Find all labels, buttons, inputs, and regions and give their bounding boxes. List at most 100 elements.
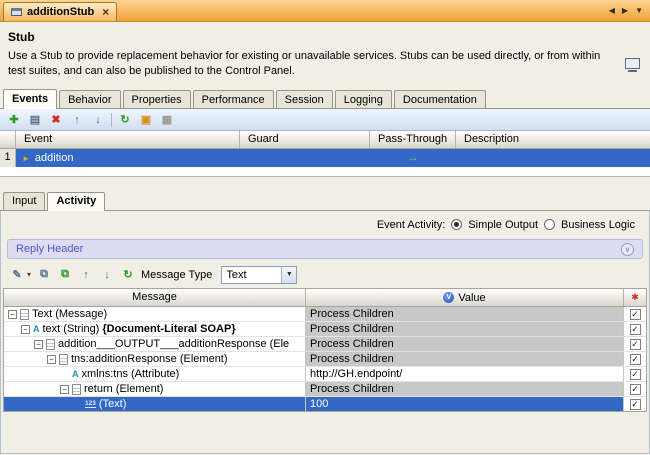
value-cell[interactable]: Process Children	[306, 322, 624, 336]
check-icon: ✓	[631, 340, 639, 349]
value-cell[interactable]: 100	[306, 397, 624, 411]
include-checkbox[interactable]: ✓	[630, 354, 641, 365]
value-text: Process Children	[310, 323, 394, 335]
collapse-toggle-icon[interactable]: −	[60, 385, 69, 394]
collapse-chevron-icon[interactable]: ∨	[621, 243, 634, 256]
include-checkbox[interactable]: ✓	[630, 384, 641, 395]
node-label: tns:additionResponse (Element)	[71, 353, 228, 365]
radio-business-logic[interactable]	[544, 219, 555, 230]
tree-row-text-value[interactable]: − 123 (Text) 100 ✓	[4, 397, 646, 412]
activity-panel: Event Activity: Simple Output Business L…	[0, 211, 650, 454]
edit-icon[interactable]: ✎	[9, 267, 25, 283]
tab-session[interactable]: Session	[276, 90, 333, 108]
include-checkbox[interactable]: ✓	[630, 369, 641, 380]
message-column-header[interactable]: Message	[4, 289, 306, 306]
node-cell[interactable]: − return (Element)	[4, 382, 306, 396]
include-cell: ✓	[624, 367, 646, 381]
collapse-toggle-icon[interactable]: −	[34, 340, 43, 349]
tab-events[interactable]: Events	[3, 89, 57, 109]
scroll-tabs-left-icon[interactable]: ◀	[609, 6, 615, 15]
node-cell[interactable]: − 123 (Text)	[4, 397, 306, 411]
page-title: Stub	[8, 30, 640, 44]
event-row-addition[interactable]: 1 ► addition →	[0, 149, 650, 167]
radio-simple-output[interactable]	[451, 219, 462, 230]
include-checkbox[interactable]: ✓	[630, 309, 641, 320]
value-cell[interactable]: http://GH.endpoint/	[306, 367, 624, 381]
tree-row-xmlns-tns[interactable]: − A xmlns:tns (Attribute) http://GH.endp…	[4, 367, 646, 382]
message-node-icon	[20, 309, 29, 320]
node-cell[interactable]: − Text (Message)	[4, 307, 306, 321]
reply-header-bar[interactable]: Reply Header ∨	[7, 239, 643, 259]
combo-dropdown-icon[interactable]: ▼	[281, 267, 296, 283]
node-cell[interactable]: − A xmlns:tns (Attribute)	[4, 367, 306, 381]
events-toolbar: ✚ ▤ ✖ ↑ ↓ ↻ ▣ ▦	[0, 109, 650, 131]
stub-header: Stub Use a Stub to provide replacement b…	[0, 22, 650, 79]
tab-behavior[interactable]: Behavior	[59, 90, 120, 108]
edit-dropdown-icon[interactable]: ▾	[27, 270, 31, 279]
add-event-icon[interactable]: ✚	[6, 112, 22, 128]
tab-additionstub[interactable]: additionStub ×	[3, 2, 117, 21]
description-cell[interactable]	[456, 149, 650, 167]
tree-row-tns-additionresponse[interactable]: − tns:additionResponse (Element) Process…	[4, 352, 646, 367]
delete-icon[interactable]: ✖	[48, 112, 64, 128]
package-icon[interactable]: ▣	[138, 112, 154, 128]
copy-icon[interactable]: ⧉	[36, 267, 52, 283]
close-tab-icon[interactable]: ×	[102, 7, 109, 17]
sync-icon[interactable]: ↻	[117, 112, 133, 128]
tree-row-text-string[interactable]: − V A text (String) {Document-Literal SO…	[4, 322, 646, 337]
scroll-tabs-right-icon[interactable]: ▶	[622, 6, 628, 15]
element-node-icon	[59, 354, 68, 365]
value-header-label: Value	[458, 292, 485, 304]
value-cell[interactable]: Process Children	[306, 352, 624, 366]
include-checkbox[interactable]: ✓	[630, 339, 641, 350]
tree-row-return[interactable]: − return (Element) Process Children ✓	[4, 382, 646, 397]
tree-row-addition-output[interactable]: − addition___OUTPUT___additionResponse (…	[4, 337, 646, 352]
attribute-icon: A	[72, 369, 79, 379]
include-checkbox[interactable]: ✓	[630, 399, 641, 410]
guard-column-header[interactable]: Guard	[240, 131, 370, 148]
include-checkbox[interactable]: ✓	[630, 324, 641, 335]
events-table-empty-area	[0, 167, 650, 177]
value-cell[interactable]: Process Children	[306, 337, 624, 351]
node-label-bold: {Document-Literal SOAP}	[102, 323, 235, 335]
move-down-icon[interactable]: ↓	[90, 112, 106, 128]
node-cell[interactable]: − tns:additionResponse (Element)	[4, 352, 306, 366]
value-text: Process Children	[310, 308, 394, 320]
include-cell: ✓	[624, 397, 646, 411]
required-icon: ✱	[631, 292, 639, 303]
message-tree-table: Message V Value ✱ − Text (Message) Proce…	[3, 288, 647, 412]
description-column-header[interactable]: Description	[456, 131, 650, 148]
tab-documentation[interactable]: Documentation	[394, 90, 486, 108]
collapse-toggle-icon[interactable]: −	[21, 325, 30, 334]
value-cell[interactable]: Process Children	[306, 382, 624, 396]
collapse-toggle-icon[interactable]: −	[47, 355, 56, 364]
value-column-header[interactable]: V Value	[306, 289, 624, 306]
node-cell[interactable]: − V A text (String) {Document-Literal SO…	[4, 322, 306, 336]
move-up-icon[interactable]: ↑	[69, 112, 85, 128]
dropdown-arrow-icon: ▼	[286, 271, 293, 278]
paste-node-icon[interactable]: ⧉	[57, 267, 73, 283]
value-cell[interactable]: Process Children	[306, 307, 624, 321]
refresh-icon[interactable]: ↻	[120, 267, 136, 283]
tab-logging[interactable]: Logging	[335, 90, 392, 108]
event-column-header[interactable]: Event	[16, 131, 240, 148]
element-node-icon	[72, 384, 81, 395]
move-node-up-icon[interactable]: ↑	[78, 267, 94, 283]
message-type-select[interactable]: Text ▼	[221, 266, 297, 284]
guard-cell[interactable]	[240, 149, 370, 167]
include-column-header[interactable]: ✱	[624, 289, 646, 306]
event-bullet-icon: ►	[22, 154, 30, 163]
tab-input[interactable]: Input	[3, 192, 45, 210]
pass-through-cell[interactable]: →	[370, 149, 456, 167]
event-cell[interactable]: ► addition	[16, 149, 240, 167]
tab-properties[interactable]: Properties	[123, 90, 191, 108]
collapse-toggle-icon[interactable]: −	[8, 310, 17, 319]
tab-activity[interactable]: Activity	[47, 192, 105, 211]
tab-list-icon[interactable]: ▼	[635, 6, 643, 15]
paste-icon[interactable]: ▤	[27, 112, 43, 128]
tab-performance[interactable]: Performance	[193, 90, 274, 108]
tree-row-text-message[interactable]: − Text (Message) Process Children ✓	[4, 307, 646, 322]
move-node-down-icon[interactable]: ↓	[99, 267, 115, 283]
node-cell[interactable]: − addition___OUTPUT___additionResponse (…	[4, 337, 306, 351]
pass-through-column-header[interactable]: Pass-Through	[370, 131, 456, 148]
